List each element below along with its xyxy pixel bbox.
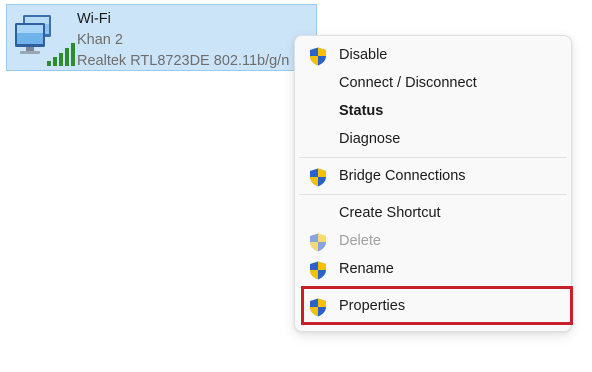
menu-item-label: Create Shortcut <box>339 205 441 221</box>
menu-item-label: Bridge Connections <box>339 168 466 184</box>
menu-item-label: Rename <box>339 261 394 277</box>
adapter-device: Realtek RTL8723DE 802.11b/g/n <box>77 53 290 69</box>
wifi-adapter-icon <box>15 15 75 66</box>
menu-item-label: Connect / Disconnect <box>339 75 477 91</box>
menu-item-properties[interactable]: Properties <box>299 293 567 321</box>
menu-item-diagnose[interactable]: Diagnose <box>299 126 567 154</box>
menu-item-connect-disconnect[interactable]: Connect / Disconnect <box>299 70 567 98</box>
menu-item-delete: Delete <box>299 228 567 256</box>
context-menu: Disable Connect / Disconnect Status Diag… <box>294 35 572 332</box>
desktop-area: Wi-Fi Khan 2 Realtek RTL8723DE 802.11b/g… <box>0 0 592 372</box>
menu-item-status[interactable]: Status <box>299 98 567 126</box>
menu-item-bridge-connections[interactable]: Bridge Connections <box>299 163 567 191</box>
menu-separator <box>299 157 567 158</box>
adapter-network: Khan 2 <box>77 32 123 48</box>
menu-separator <box>299 194 567 195</box>
menu-item-label: Status <box>339 103 384 119</box>
menu-item-label: Properties <box>339 298 406 314</box>
menu-item-disable[interactable]: Disable <box>299 42 567 70</box>
uac-shield-icon <box>310 233 326 252</box>
menu-item-label: Disable <box>339 47 388 63</box>
uac-shield-icon <box>310 168 326 187</box>
menu-item-create-shortcut[interactable]: Create Shortcut <box>299 200 567 228</box>
uac-shield-icon <box>310 47 326 66</box>
menu-item-label: Diagnose <box>339 131 401 147</box>
menu-item-rename[interactable]: Rename <box>299 256 567 284</box>
wifi-adapter-item[interactable]: Wi-Fi Khan 2 Realtek RTL8723DE 802.11b/g… <box>6 4 317 71</box>
adapter-name: Wi-Fi <box>77 11 111 27</box>
menu-separator <box>299 287 567 288</box>
uac-shield-icon <box>310 298 326 317</box>
uac-shield-icon <box>310 261 326 280</box>
menu-item-label: Delete <box>339 233 381 249</box>
